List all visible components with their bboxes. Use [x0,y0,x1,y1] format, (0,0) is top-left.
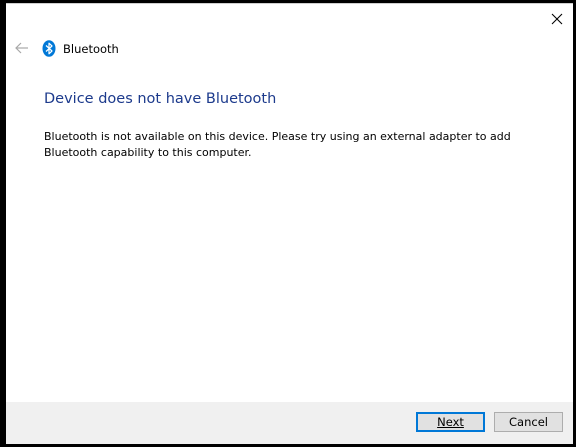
message-text: Bluetooth is not available on this devic… [44,130,511,159]
close-button[interactable] [541,4,573,34]
bluetooth-icon [42,40,56,57]
cancel-button[interactable]: Cancel [494,412,563,432]
back-arrow-icon [15,42,28,54]
next-button[interactable]: Next [416,412,485,432]
close-icon [551,13,563,25]
dialog-footer: Next Cancel [6,402,573,444]
window-title: Bluetooth [63,42,119,56]
page-heading: Device does not have Bluetooth [44,91,277,107]
bluetooth-dialog: Bluetooth Device does not have Bluetooth… [6,3,573,444]
next-button-label: Next [437,415,464,429]
back-button[interactable] [11,38,33,58]
cancel-button-label: Cancel [509,415,548,429]
